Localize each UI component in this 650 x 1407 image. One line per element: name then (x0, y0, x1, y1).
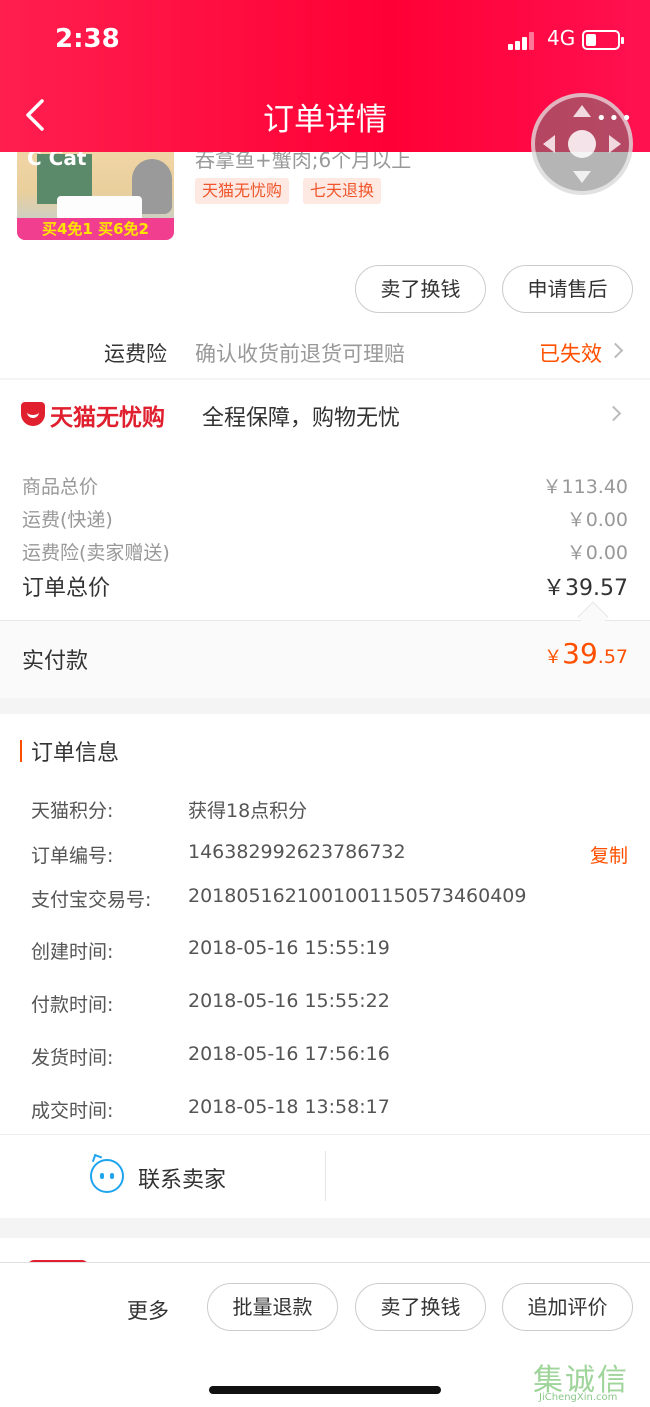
watermark: 集诚信 JiChengXin.com (533, 1355, 648, 1405)
order-info-label: 发货时间: (31, 1047, 114, 1069)
order-info-label: 天猫积分: (31, 800, 114, 822)
order-number-value: 146382992623786732 (188, 841, 406, 863)
chat-face-icon[interactable] (90, 1159, 124, 1193)
order-info-title: 订单信息 (31, 741, 120, 766)
signal-icon (508, 32, 538, 50)
shipping-insurance-desc: 确认收货前退货可理赔 (195, 342, 405, 366)
worry-free-desc: 全程保障，购物无忧 (202, 406, 401, 431)
actual-paid-label: 实付款 (22, 649, 89, 674)
status-time: 2:38 (55, 24, 120, 54)
watermark-sub: JiChengXin.com (539, 1392, 618, 1403)
order-info-value: 2018-05-18 13:58:17 (188, 1096, 390, 1118)
divider (325, 1151, 326, 1201)
tag-seven-day-return: 七天退换 (303, 178, 382, 204)
product-actions: 卖了换钱 申请售后 (0, 260, 650, 320)
order-info-value: 2018051621001001150573460409 (188, 885, 527, 907)
product-image[interactable]: C Cat 买4免1 买6免2 (17, 144, 174, 240)
price-label: 运费(快递) (22, 509, 113, 531)
worry-free-row[interactable]: 天猫无忧购 全程保障，购物无忧 (0, 380, 650, 448)
tag-worry-free: 天猫无忧购 (195, 178, 290, 204)
status-bar: 2:38 4G (0, 22, 650, 62)
sell-button-bottom[interactable]: 卖了换钱 (355, 1283, 486, 1331)
actual-paid-row: 实付款 ￥39.57 (0, 620, 650, 698)
order-total-label: 订单总价 (22, 576, 111, 601)
order-info-value: 获得18点积分 (188, 800, 308, 822)
order-info-section: 订单信息 天猫积分: 获得18点积分 订单编号: 146382992623786… (0, 714, 650, 1134)
order-total-value: ￥39.57 (543, 576, 628, 601)
shipping-insurance-label: 运费险 (104, 342, 167, 366)
worry-free-brand: 天猫无忧购 (50, 405, 165, 431)
paid-currency: ￥ (544, 647, 563, 668)
order-info-value: 2018-05-16 17:56:16 (188, 1043, 390, 1065)
price-value: ￥0.00 (566, 542, 628, 564)
more-dots-icon[interactable]: ••• (596, 108, 634, 129)
paid-int: 39 (562, 637, 598, 670)
price-value: ￥113.40 (542, 476, 628, 498)
battery-icon (582, 30, 624, 50)
actual-paid-value: ￥39.57 (544, 637, 628, 670)
order-info-label: 成交时间: (31, 1100, 114, 1122)
price-label: 运费险(卖家赠送) (22, 542, 170, 564)
batch-refund-button[interactable]: 批量退款 (207, 1283, 338, 1331)
product-image-promo: 买4免1 买6免2 (17, 218, 174, 240)
contact-seller-button[interactable]: 联系卖家 (138, 1162, 226, 1194)
network-type: 4G (547, 26, 576, 50)
chevron-right-icon (607, 342, 624, 359)
price-label: 商品总价 (22, 476, 99, 498)
order-info-value: 2018-05-16 15:55:22 (188, 990, 390, 1012)
bottom-action-bar: 更多 批量退款 卖了换钱 追加评价 集诚信 JiChengXin.com (0, 1262, 650, 1407)
shipping-insurance-status: 已失效 (539, 342, 602, 366)
tmall-shield-icon (21, 402, 45, 426)
paid-dec: .57 (597, 646, 628, 668)
shipping-insurance-row[interactable]: 运费险 确认收货前退货可理赔 已失效 (0, 320, 650, 378)
order-info-label: 创建时间: (31, 941, 114, 963)
order-detail-page: 2:38 4G 订单详情 ••• C Cat 买4免1 买6免2 吞拿鱼+蟹肉;… (0, 0, 650, 1407)
section-accent-bar (20, 740, 22, 762)
price-value: ￥0.00 (566, 509, 628, 531)
order-info-label: 支付宝交易号: (31, 889, 152, 911)
contact-bar: 联系卖家 (0, 1134, 650, 1218)
add-review-button[interactable]: 追加评价 (502, 1283, 633, 1331)
copy-button[interactable]: 复制 (590, 841, 628, 868)
price-summary: 商品总价 ￥113.40 运费(快递) ￥0.00 运费险(卖家赠送) ￥0.0… (0, 448, 650, 620)
order-info-value: 2018-05-16 15:55:19 (188, 937, 390, 959)
after-sale-button[interactable]: 申请售后 (502, 265, 633, 313)
home-indicator[interactable] (209, 1386, 441, 1394)
chevron-right-icon (605, 405, 622, 422)
sell-button[interactable]: 卖了换钱 (355, 265, 486, 313)
order-info-label: 订单编号: (31, 845, 114, 867)
more-button[interactable]: 更多 (127, 1295, 169, 1325)
order-info-label: 付款时间: (31, 994, 114, 1016)
